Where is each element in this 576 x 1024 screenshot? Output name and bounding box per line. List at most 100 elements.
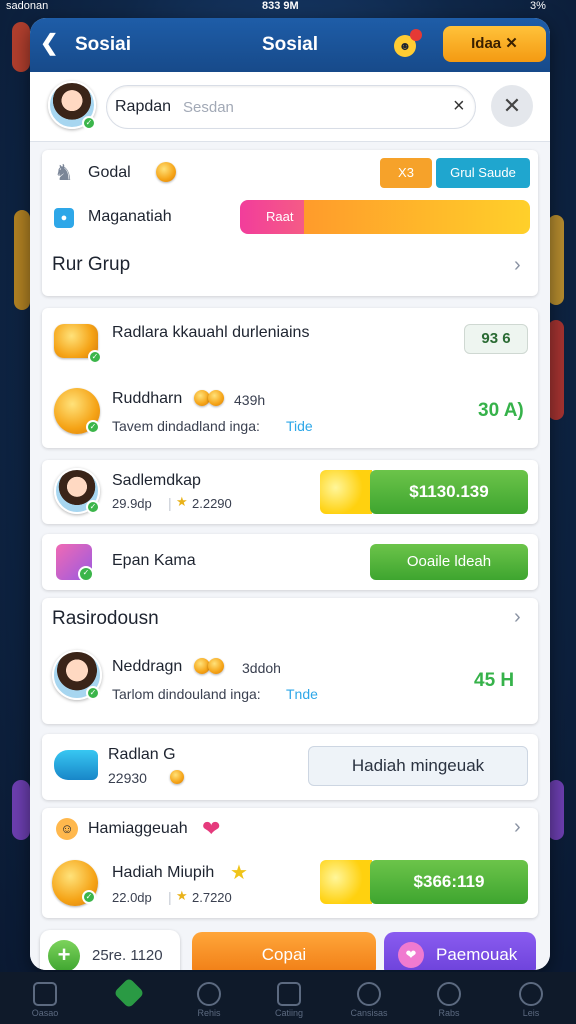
section-title: Hamiaggeuah (88, 820, 188, 837)
gift-sub: 22930 (108, 770, 147, 786)
copy-button[interactable]: Copai (192, 932, 376, 970)
check-badge-icon: ✓ (82, 890, 96, 904)
friend-name: Sadlemdkap (112, 472, 201, 489)
header-title: Sosial (262, 34, 318, 55)
price-button[interactable]: $366:119 (370, 860, 528, 904)
list-item-value: 30 A) (478, 400, 524, 421)
ticket-icon (54, 750, 98, 780)
home-icon (33, 982, 57, 1006)
gift-button[interactable]: Hadiah mingeuak (308, 746, 528, 786)
search-name: Rapdan (115, 98, 172, 115)
status-bar: sadonan 833 9M 3% (0, 0, 576, 14)
background-tile (12, 22, 30, 72)
nav-chat[interactable]: Catiing (248, 972, 330, 1024)
rank-list-card: ✓ Radlara kkauahl durleniains 93 6 ✓ Rud… (42, 308, 538, 448)
nav-stats[interactable]: Rabs (408, 972, 490, 1024)
coin-icon (208, 658, 224, 674)
nav-messages[interactable]: Cansisas (328, 972, 410, 1024)
star-icon: ★ (230, 862, 248, 884)
nav-rewards[interactable]: Rehis (168, 972, 250, 1024)
close-icon: ✕ (505, 35, 518, 52)
summary-button[interactable]: Grul Saude (436, 158, 530, 188)
list-item-badge[interactable]: 93 6 (464, 324, 528, 354)
list-item-title: Ruddharn (112, 390, 183, 407)
section-title: Rur Grup (52, 254, 131, 275)
nav-label: Leis (522, 1008, 540, 1018)
friend-subtitle: Tarlom dindouland inga: (112, 686, 261, 702)
profile-icon (437, 982, 461, 1006)
heart-icon: ❤ (202, 816, 221, 841)
gift-title: Radlan G (108, 746, 176, 763)
list-item-title: Radlara kkauahl durleniains (112, 324, 310, 341)
nav-label: Oasao (31, 1008, 59, 1018)
share-button[interactable]: ❤ Paemouak (384, 932, 536, 970)
friend-meta-right: 2.2290 (192, 496, 232, 511)
back-icon[interactable]: ❮ (40, 30, 58, 56)
drop-icon: ● (54, 208, 74, 228)
close-search-button[interactable]: ✕ (491, 85, 533, 127)
summary-card: ♞ Godal X3 Grul Saude ● Maganatiah Raat … (42, 150, 538, 296)
search-input[interactable]: Rapdan Sesdan × (106, 85, 476, 129)
friend-name: Neddragn (112, 658, 183, 675)
plus-icon[interactable]: + (48, 940, 80, 970)
coin-icon (208, 390, 224, 406)
smile-icon: ☺ (56, 818, 78, 840)
search-placeholder: Sesdan (183, 99, 234, 116)
friend-extra: 3ddoh (242, 660, 281, 676)
square-icon (277, 982, 301, 1006)
list-item-link[interactable]: Tide (286, 418, 313, 434)
emoji-notification-icon[interactable]: ☻ (394, 29, 422, 57)
gift-item-title: Hadiah Miupih (112, 864, 215, 881)
meta-divider: | (168, 889, 172, 905)
background-tile (14, 210, 30, 310)
clock: 833 9M (262, 0, 299, 12)
chevron-right-icon[interactable]: › (514, 816, 521, 839)
check-badge-icon: ✓ (86, 500, 100, 514)
carrier-label: sadonan (6, 0, 49, 12)
header-title-left: Sosiai (75, 34, 131, 55)
trophy-icon: ♞ (54, 160, 74, 185)
chevron-right-icon[interactable]: › (514, 606, 521, 629)
event-button[interactable]: Ooaile ldeah (370, 544, 528, 580)
counter-value: 25re. 1120 (92, 947, 163, 964)
clock-icon (197, 982, 221, 1006)
gift-meta-left: 22.0dp (112, 890, 152, 905)
gift-list-card: ☺ Hamiaggeuah ❤ › ✓ Hadiah Miupih ★ 22.0… (42, 808, 538, 918)
cheese-icon (320, 470, 372, 514)
friend-card[interactable]: ✓ Sadlemdkap 29.9dp | ★ 2.2290 $1130.139 (42, 460, 538, 524)
summary-row2-label: Maganatiah (88, 208, 172, 225)
gift-meta-right: 2.7220 (192, 890, 232, 905)
event-title: Epan Kama (112, 552, 196, 569)
recommend-card: Rasirodousn › ✓ Neddragn 3ddoh Tarlom di… (42, 598, 538, 724)
nav-home[interactable]: Oasao (4, 972, 86, 1024)
friend-meta-left: 29.9dp (112, 496, 152, 511)
progress-bar: Raat (240, 200, 530, 234)
coin-icon (170, 770, 184, 784)
list-item-extra: 439h (234, 392, 266, 408)
social-modal: ❮ Sosiai Sosial ☻ Idaa ✕ ✓ Rapdan Sesdan… (30, 18, 550, 970)
clear-icon[interactable]: × (453, 95, 465, 118)
check-badge-icon: ✓ (88, 350, 102, 364)
summary-badge[interactable]: X3 (380, 158, 432, 188)
check-badge-icon: ✓ (78, 566, 94, 582)
counter-box[interactable]: + 25re. 1120 (40, 930, 180, 970)
modal-body: ✓ Rapdan Sesdan × ✕ ♞ Godal X3 Grul Saud… (30, 72, 550, 970)
chat-bubble-icon (357, 982, 381, 1006)
nav-label: Rabs (438, 1008, 460, 1018)
heart-icon: ❤ (398, 942, 424, 968)
user-icon (519, 982, 543, 1006)
friend-link[interactable]: Tnde (286, 686, 318, 702)
header-pill-button[interactable]: Idaa ✕ (443, 26, 546, 62)
gift-card: Radlan G 22930 Hadiah mingeuak (42, 734, 538, 800)
background-tile (548, 320, 564, 420)
nav-gem[interactable] (88, 972, 170, 1024)
price-button[interactable]: $1130.139 (370, 470, 528, 514)
share-button-label: Paemouak (436, 945, 518, 964)
online-badge-icon: ✓ (82, 116, 96, 130)
star-icon: ★ (176, 494, 188, 509)
gem-icon (113, 977, 145, 1009)
nav-profile[interactable]: Leis (490, 972, 572, 1024)
chevron-right-icon[interactable]: › (514, 254, 521, 277)
summary-row1-label: Godal (88, 164, 131, 181)
background-tile (548, 215, 564, 305)
